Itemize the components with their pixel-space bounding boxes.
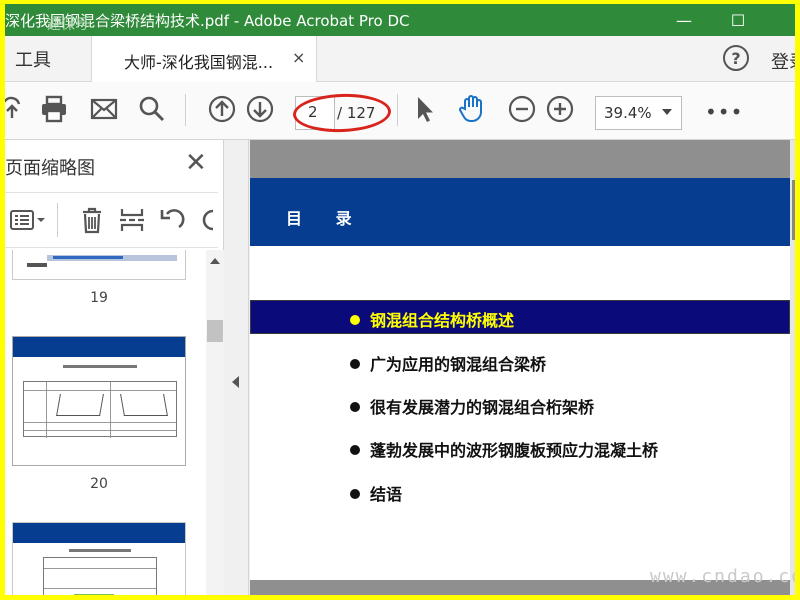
rotate-left-icon[interactable] (157, 205, 187, 235)
thumbnail-page-number: 19 (90, 290, 108, 306)
zoom-out-icon[interactable] (507, 94, 537, 124)
thumbnail-options-icon[interactable] (9, 205, 49, 235)
close-tab-button[interactable]: × (292, 48, 305, 67)
toc-item-text: 很有发展潜力的钢混组合桁架桥 (370, 398, 595, 417)
document-view[interactable]: 目 录 钢混组合结构桥概述 广为应用的钢混组合梁桥 很有发展潜力的钢混组合桁架桥… (250, 140, 795, 595)
thumb-table (23, 381, 177, 438)
thumb-bar-fill (53, 256, 123, 259)
tab-tools[interactable]: 工具 (15, 46, 51, 72)
page-top-band (250, 140, 790, 178)
maximize-icon: ☐ (730, 10, 746, 30)
trash-icon[interactable] (77, 205, 107, 235)
bullet-dot (350, 401, 360, 412)
toc-item-text: 蓬勃发展中的波形钢腹板预应力混凝土桥 (370, 441, 659, 460)
thumb-caption (69, 549, 131, 552)
bullet-dot (350, 314, 360, 325)
thumb-table (43, 557, 157, 595)
thumb-caption (63, 365, 137, 368)
insert-page-icon[interactable] (117, 205, 147, 235)
thumbnail-page[interactable] (12, 522, 186, 595)
tab-document[interactable]: 大师-深化我国钢混... × (91, 36, 317, 82)
pdf-page: 目 录 钢混组合结构桥概述 广为应用的钢混组合梁桥 很有发展潜力的钢混组合桁架桥… (250, 140, 790, 595)
highlight-bar (250, 300, 790, 334)
toolbar: 2 / 127 39.4% ••• (5, 82, 795, 140)
toc-item: 广为应用的钢混组合梁桥 (350, 351, 546, 375)
prev-page-icon[interactable] (207, 94, 237, 124)
print-icon[interactable] (39, 94, 69, 124)
zoom-value: 39.4% (604, 104, 652, 122)
hand-icon[interactable] (457, 94, 487, 124)
toc-item: 蓬勃发展中的波形钢腹板预应力混凝土桥 (350, 437, 658, 461)
minimize-icon: — (676, 10, 692, 30)
thumb-header (13, 337, 185, 357)
thumbnails-panel: 页面缩略图 ✕ 19 20 (5, 140, 224, 595)
acrobat-window: 深化我国钢混合梁桥结构技术.pdf - Adobe Acrobat Pro DC… (5, 4, 795, 595)
watermark-logo: 速保号 (47, 17, 89, 33)
thumbnail-page[interactable] (12, 336, 186, 466)
close-panel-button[interactable]: ✕ (185, 148, 207, 178)
toc-item-text: 广为应用的钢混组合梁桥 (370, 355, 547, 374)
thumbnail-list: 19 20 (5, 250, 205, 595)
panel-collapse-strip[interactable] (225, 140, 249, 595)
page-header: 目 录 (250, 178, 790, 246)
thumb-text-line (27, 263, 47, 267)
toc-item: 结语 (350, 481, 402, 505)
rotate-right-icon[interactable] (197, 205, 219, 235)
panel-title: 页面缩略图 (5, 158, 95, 179)
chevron-down-icon (662, 109, 672, 115)
thumbnail-page[interactable] (12, 250, 186, 280)
toolbar-divider (397, 94, 398, 126)
chevron-up-icon[interactable] (210, 258, 220, 264)
bullet-dot (350, 358, 360, 369)
bullet-dot (350, 488, 360, 499)
toc-title: 目 录 (286, 209, 366, 228)
scrollbar-thumb[interactable] (207, 320, 223, 342)
thumb-header (13, 523, 185, 543)
search-icon[interactable] (137, 94, 167, 124)
toolbar-divider (185, 94, 186, 126)
select-icon[interactable] (409, 94, 439, 124)
document-scrollbar[interactable] (792, 140, 795, 595)
doc-tab-label: 大师-深化我国钢混... (124, 53, 274, 72)
help-icon[interactable]: ? (723, 45, 749, 71)
bullet-dot (350, 444, 360, 455)
zoom-in-icon[interactable] (545, 94, 575, 124)
scrollbar-thumb[interactable] (792, 180, 795, 240)
next-page-icon[interactable] (245, 94, 275, 124)
zoom-select[interactable]: 39.4% (595, 96, 682, 130)
maximize-button[interactable]: ☐ (715, 4, 761, 36)
thumbnail-page-number: 20 (90, 476, 108, 492)
login-button[interactable]: 登录 (771, 48, 795, 74)
title-bar: 深化我国钢混合梁桥结构技术.pdf - Adobe Acrobat Pro DC… (5, 4, 795, 36)
minimize-button[interactable]: — (661, 4, 707, 36)
collapse-panel-icon[interactable] (232, 376, 239, 388)
upload-icon[interactable] (5, 94, 27, 124)
more-options-button[interactable]: ••• (705, 100, 743, 124)
tab-bar: 工具 大师-深化我国钢混... × ? 登录 (5, 36, 795, 82)
thumbnail-scrollbar[interactable] (206, 250, 224, 595)
toc-item-text: 结语 (370, 485, 403, 504)
toc-item: 钢混组合结构桥概述 (350, 307, 514, 331)
toc-item: 很有发展潜力的钢混组合桁架桥 (350, 394, 594, 418)
panel-divider (57, 203, 58, 237)
toc-item-text: 钢混组合结构桥概述 (370, 311, 515, 330)
site-watermark: www.cndao.com (650, 566, 795, 587)
panel-toolbar (5, 192, 218, 248)
mail-icon[interactable] (89, 94, 119, 124)
